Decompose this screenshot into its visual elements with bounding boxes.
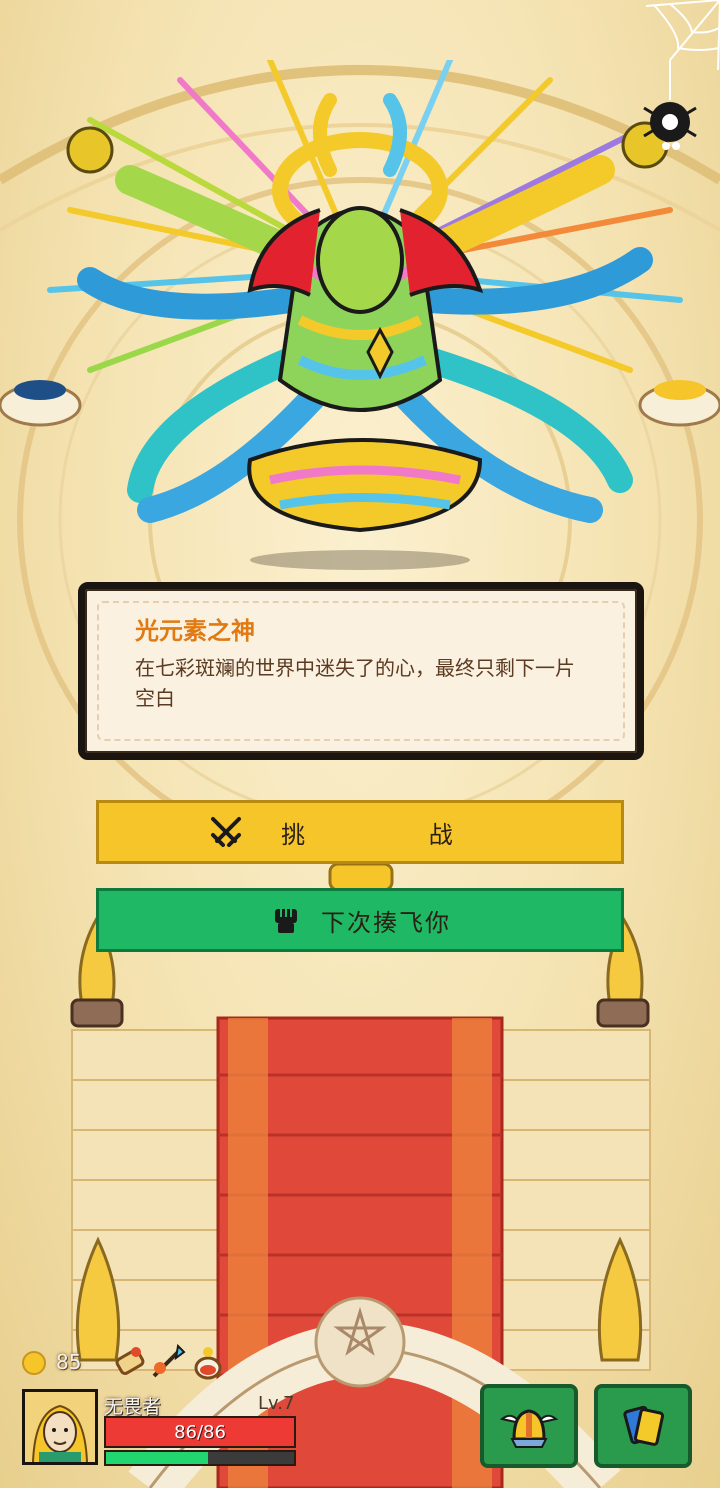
player-avatar[interactable] — [22, 1389, 98, 1465]
xp-bar — [104, 1450, 296, 1466]
challenge-button[interactable]: 挑 战 — [96, 800, 624, 864]
gear-spider-icon — [643, 102, 697, 150]
hp-text: 86/86 — [174, 1421, 226, 1443]
game-scene: 光元素之神 在七彩斑斓的世界中迷失了的心，最终只剩下一片空白 挑 战 下次揍飞你… — [0, 0, 720, 1488]
player-name: 无畏者 — [104, 1396, 162, 1418]
potion-icon[interactable] — [190, 1344, 226, 1380]
challenge-label: 挑 战 — [281, 820, 511, 849]
settings-button[interactable] — [640, 0, 720, 160]
coin-count: 85 — [56, 1350, 82, 1374]
crossed-swords-icon — [211, 817, 242, 847]
scroll-icon[interactable] — [112, 1344, 148, 1380]
winged-helmet-icon — [499, 1409, 559, 1448]
boss-info-panel: 光元素之神 在七彩斑斓的世界中迷失了的心，最终只剩下一片空白 — [78, 582, 644, 760]
boss-name: 光元素之神 — [135, 617, 255, 645]
retreat-label: 下次揍飞你 — [321, 908, 451, 937]
hp-bar: 86/86 — [104, 1416, 296, 1448]
retreat-button[interactable]: 下次揍飞你 — [96, 888, 624, 952]
fist-icon — [275, 909, 297, 933]
coin-icon — [22, 1351, 46, 1375]
cards-icon — [623, 1405, 665, 1446]
boss-description: 在七彩斑斓的世界中迷失了的心，最终只剩下一片空白 — [135, 656, 575, 710]
hero-portrait-icon — [25, 1392, 95, 1462]
boss-illustration[interactable] — [30, 60, 690, 570]
cards-button[interactable] — [594, 1384, 692, 1468]
xp-fill — [106, 1452, 208, 1464]
cobweb-icon — [645, 0, 720, 100]
player-level: Lv.7 — [258, 1393, 295, 1414]
equipment-button[interactable] — [480, 1384, 578, 1468]
spear-icon[interactable] — [150, 1344, 186, 1380]
